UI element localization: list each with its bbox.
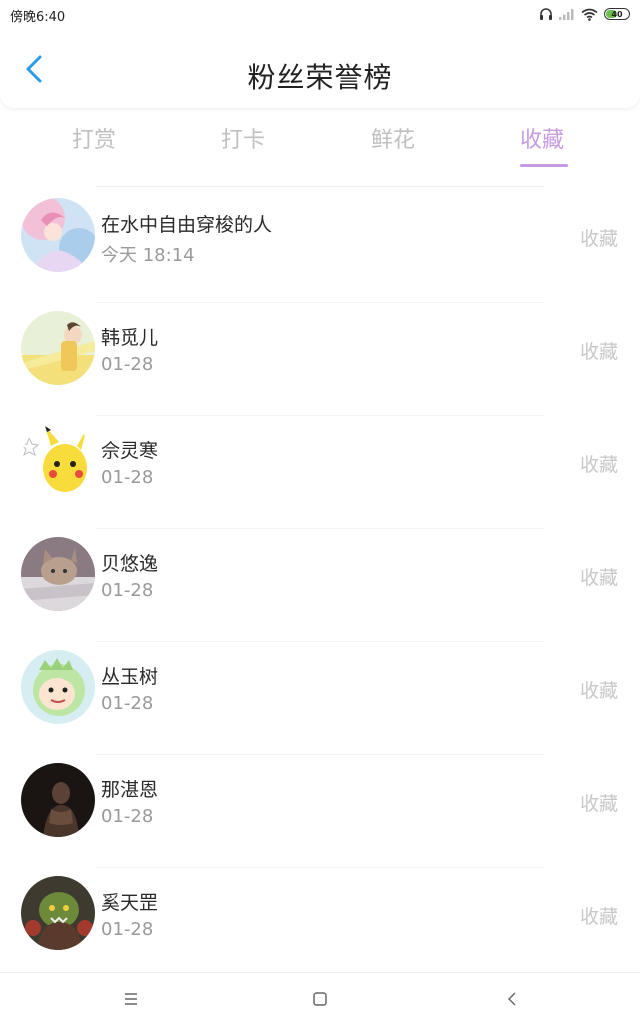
favorite-label: 收藏 <box>579 906 618 928</box>
user-date: 01-28 <box>101 467 154 488</box>
user-name: 丛玉树 <box>101 666 159 688</box>
menu-button[interactable] <box>121 989 141 1009</box>
tab-favorites[interactable]: 收藏 <box>520 122 564 154</box>
user-name: 佘灵寒 <box>101 440 159 462</box>
list-item[interactable]: 那湛恩 01-28 收藏 <box>0 755 640 868</box>
home-square-icon <box>313 992 327 1006</box>
list-item[interactable]: 奚天罡 01-28 收藏 <box>0 868 640 981</box>
user-date: 01-28 <box>101 919 154 940</box>
user-date: 01-28 <box>101 354 154 375</box>
page-title: 粉丝荣誉榜 <box>247 61 393 94</box>
tab-checkin[interactable]: 打卡 <box>221 122 265 154</box>
status-bar: 傍晚6:40 40 <box>0 0 640 28</box>
headphones-icon <box>540 8 552 20</box>
favorite-label: 收藏 <box>579 341 618 363</box>
avatar <box>21 876 95 950</box>
avatar <box>21 537 95 611</box>
divider <box>96 186 544 187</box>
list-item[interactable]: 佘灵寒 01-28 收藏 <box>0 416 640 529</box>
active-tab-indicator <box>520 164 568 167</box>
favorite-label: 收藏 <box>579 454 618 476</box>
user-name: 韩觅儿 <box>101 327 159 349</box>
header: 粉丝荣誉榜 <box>0 28 640 108</box>
system-back-button[interactable] <box>502 989 522 1009</box>
favorite-label: 收藏 <box>579 228 618 250</box>
avatar <box>21 650 95 724</box>
avatar <box>21 198 95 272</box>
menu-icon <box>125 993 137 1005</box>
signal-icon <box>559 9 574 20</box>
user-date: 01-28 <box>101 693 154 714</box>
user-name: 在水中自由穿梭的人 <box>101 214 273 236</box>
tab-reward[interactable]: 打赏 <box>72 122 116 154</box>
list-item[interactable]: 丛玉树 01-28 收藏 <box>0 642 640 755</box>
user-name: 奚天罡 <box>101 892 159 914</box>
home-button[interactable] <box>310 989 330 1009</box>
user-name: 贝悠逸 <box>101 553 159 575</box>
fan-list: 在水中自由穿梭的人 今天 18:14 收藏 韩觅儿 01-28 收藏 佘灵寒 0… <box>0 190 640 981</box>
status-icons: 40 <box>539 5 630 23</box>
battery-level: 40 <box>611 9 623 19</box>
avatar <box>21 311 95 385</box>
avatar <box>21 424 95 498</box>
list-item[interactable]: 在水中自由穿梭的人 今天 18:14 收藏 <box>0 190 640 303</box>
user-date: 01-28 <box>101 580 154 601</box>
favorite-label: 收藏 <box>579 680 618 702</box>
wifi-icon <box>581 8 598 21</box>
back-arrow-icon <box>507 992 516 1006</box>
user-date: 今天 18:14 <box>101 245 195 266</box>
favorite-label: 收藏 <box>579 567 618 589</box>
avatar <box>21 763 95 837</box>
system-nav-bar <box>0 972 640 1024</box>
user-name: 那湛恩 <box>101 779 159 801</box>
list-item[interactable]: 贝悠逸 01-28 收藏 <box>0 529 640 642</box>
battery-icon: 40 <box>604 8 630 20</box>
user-date: 01-28 <box>101 806 154 827</box>
tab-flowers[interactable]: 鲜花 <box>371 122 415 154</box>
status-time: 傍晚6:40 <box>10 10 66 25</box>
tab-bar: 打赏 打卡 鲜花 收藏 <box>0 116 640 172</box>
favorite-label: 收藏 <box>579 793 618 815</box>
list-item[interactable]: 韩觅儿 01-28 收藏 <box>0 303 640 416</box>
